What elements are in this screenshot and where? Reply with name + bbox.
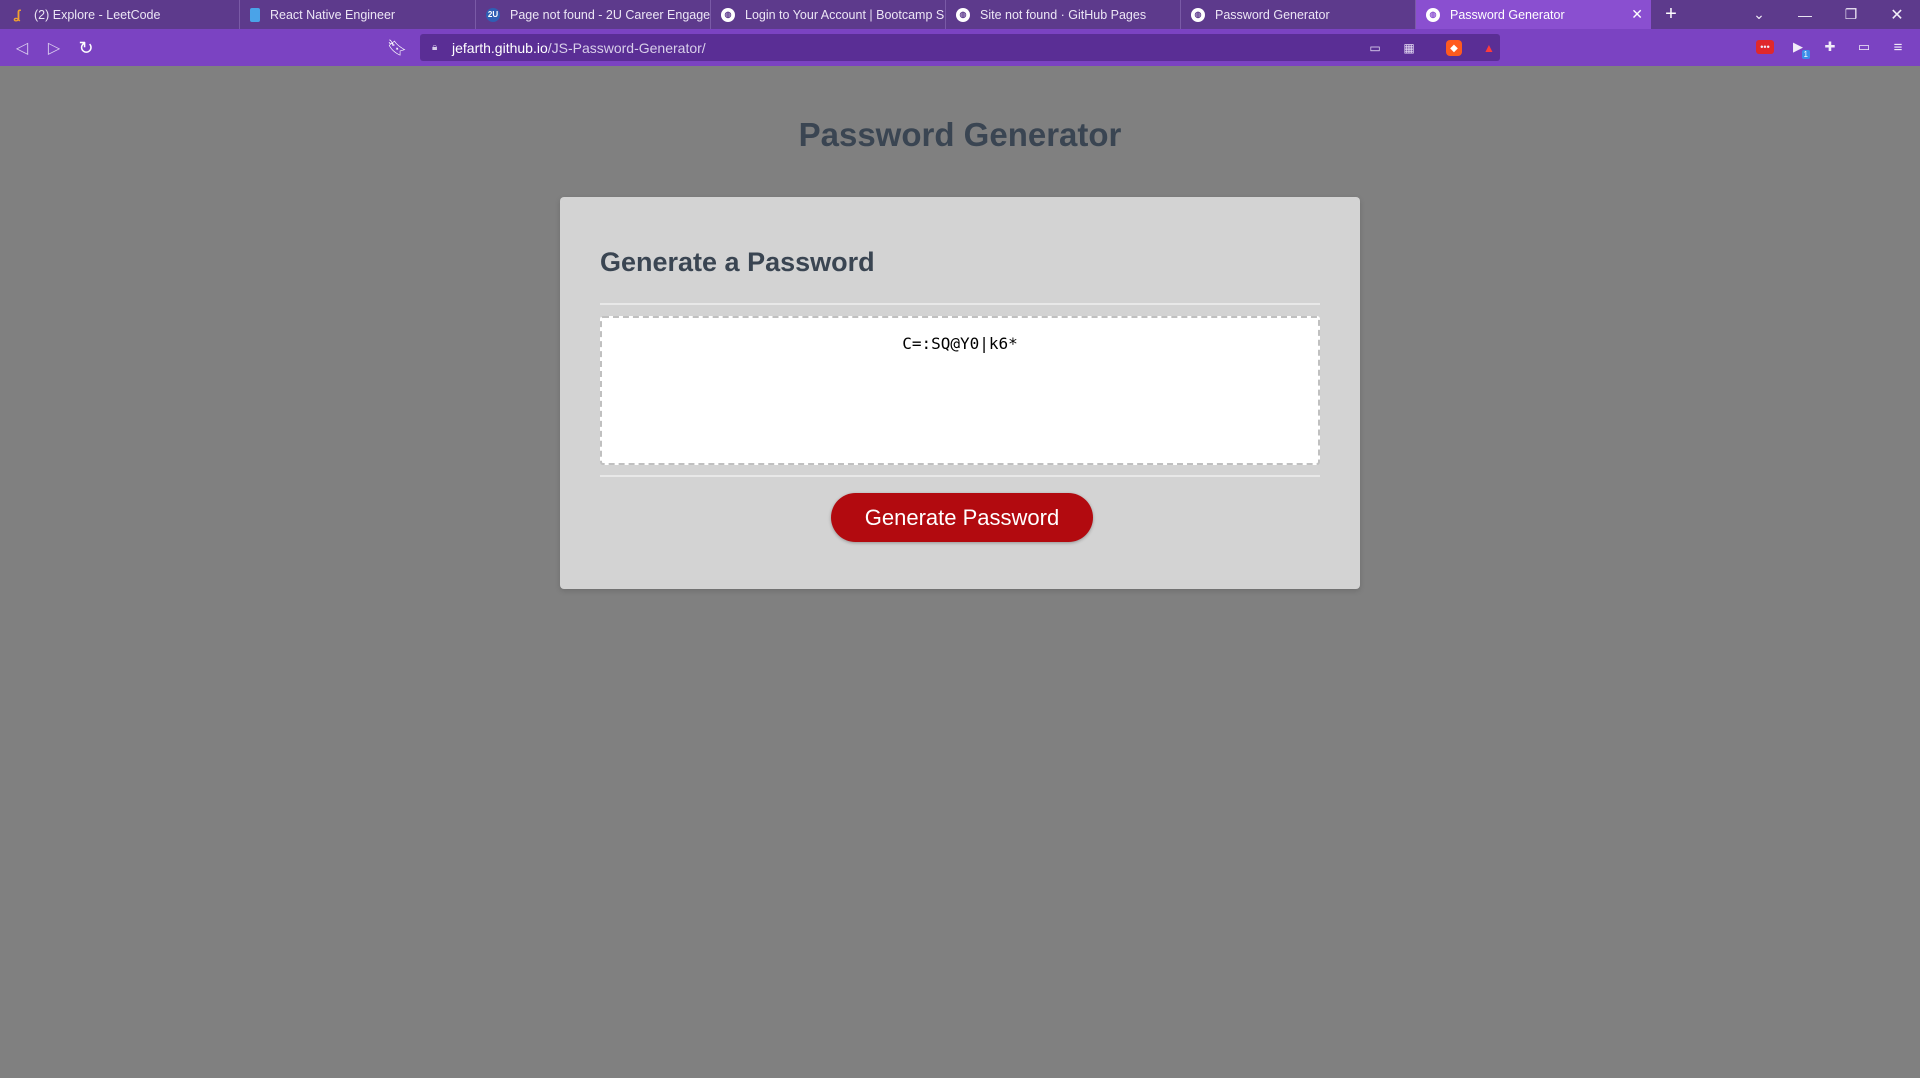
- generate-password-button[interactable]: Generate Password: [831, 493, 1093, 542]
- tab-title: Page not found - 2U Career Engagem: [510, 7, 710, 22]
- restore-icon[interactable]: ❐: [1828, 0, 1874, 29]
- url-path: /JS-Password-Generator/: [547, 39, 706, 56]
- tab-title: Site not found · GitHub Pages: [980, 7, 1147, 22]
- tab-title: (2) Explore - LeetCode: [34, 7, 161, 22]
- document-icon: [250, 7, 260, 22]
- 2u-badge-text: 2U: [487, 10, 499, 19]
- menu-icon[interactable]: ≡: [1888, 37, 1908, 57]
- footer-divider: [600, 475, 1320, 477]
- brave-rewards-icon[interactable]: ▲: [1480, 39, 1498, 57]
- tab-password-generator[interactable]: ◍ Password Generator: [1181, 0, 1416, 29]
- tab-title: Password Generator: [1215, 7, 1330, 22]
- password-card: Generate a Password C=:SQ@Y0|k6* Generat…: [560, 197, 1360, 589]
- qr-code-icon[interactable]: ▦: [1400, 39, 1418, 57]
- password-output[interactable]: C=:SQ@Y0|k6*: [600, 316, 1320, 465]
- minimize-icon[interactable]: —: [1782, 0, 1828, 29]
- close-window-icon[interactable]: ✕: [1874, 0, 1920, 29]
- tab-title: Login to Your Account | Bootcamp Sp: [745, 7, 945, 22]
- page-title: Password Generator: [798, 116, 1122, 153]
- url-text: jefarth.github.io/JS-Password-Generator/: [452, 40, 706, 56]
- leetcode-icon: ʆ: [13, 7, 21, 22]
- 2u-icon: 2U: [486, 7, 500, 22]
- forward-icon[interactable]: ▷: [43, 37, 65, 59]
- new-tab-button[interactable]: +: [1651, 0, 1691, 29]
- brave-shields-icon[interactable]: ◆: [1446, 40, 1462, 56]
- tab-bootcamp-login[interactable]: ◍ Login to Your Account | Bootcamp Sp: [711, 0, 946, 29]
- tab-title: Password Generator: [1450, 7, 1565, 22]
- extension-badge: 1: [1801, 50, 1810, 59]
- bookmark-icon[interactable]: 🔖︎: [386, 37, 408, 59]
- puzzle-extensions-icon[interactable]: ✚: [1820, 37, 1840, 57]
- globe-icon: ◍: [1426, 7, 1440, 22]
- reload-icon[interactable]: ↻: [75, 37, 97, 59]
- globe-icon: ◍: [956, 7, 970, 22]
- url-host: jefarth.github.io: [452, 39, 548, 56]
- tab-strip: ʆ (2) Explore - LeetCode React Native En…: [0, 0, 1920, 29]
- reader-mode-icon[interactable]: ▭: [1366, 39, 1384, 57]
- page-viewport: Password Generator Generate a Password C…: [0, 66, 1920, 1078]
- tab-2u-career[interactable]: 2U Page not found - 2U Career Engagem: [476, 0, 711, 29]
- browser-toolbar: ◁ ▷ ↻ 🔖︎ 🔒︎ jefarth.github.io/JS-Passwor…: [0, 29, 1920, 66]
- address-bar[interactable]: 🔒︎ jefarth.github.io/JS-Password-Generat…: [420, 34, 1500, 61]
- globe-icon: ◍: [721, 7, 735, 22]
- tab-leetcode[interactable]: ʆ (2) Explore - LeetCode: [0, 0, 240, 29]
- lastpass-extension-icon[interactable]: •••: [1756, 40, 1774, 54]
- tab-title: React Native Engineer: [270, 7, 396, 22]
- tab-password-generator-active[interactable]: ◍ Password Generator ✕: [1416, 0, 1651, 29]
- back-icon[interactable]: ◁: [11, 37, 33, 59]
- lock-icon: 🔒︎: [432, 41, 438, 53]
- header-divider: [600, 303, 1320, 305]
- password-text: C=:SQ@Y0|k6*: [902, 334, 1018, 353]
- extension-icon[interactable]: ▶ 1: [1788, 37, 1810, 59]
- tab-search-chevron-icon[interactable]: ⌄: [1736, 0, 1782, 29]
- close-tab-icon[interactable]: ✕: [1631, 6, 1643, 23]
- globe-icon: ◍: [1191, 7, 1205, 22]
- tab-github-pages[interactable]: ◍ Site not found · GitHub Pages: [946, 0, 1181, 29]
- card-header: Generate a Password: [600, 247, 875, 277]
- wallet-icon[interactable]: ▭: [1854, 37, 1874, 57]
- tab-react-native-engineer[interactable]: React Native Engineer: [240, 0, 476, 29]
